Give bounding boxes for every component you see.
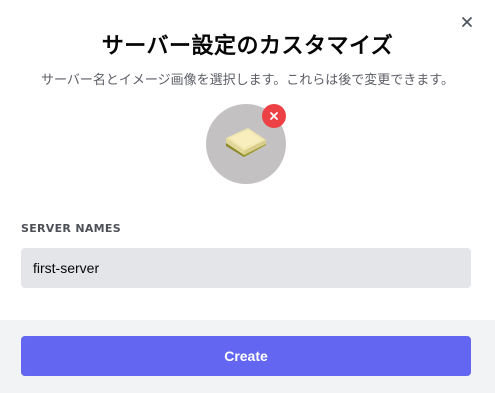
server-icon-uploader[interactable] xyxy=(206,104,286,184)
server-name-label: SERVER NAMES xyxy=(21,222,121,235)
dialog-footer: Create xyxy=(0,320,495,393)
remove-image-button[interactable] xyxy=(262,104,286,128)
dialog-title: サーバー設定のカスタマイズ xyxy=(101,34,394,59)
create-button[interactable]: Create xyxy=(21,336,471,376)
dialog-subtitle: サーバー名とイメージ画像を選択します。これらは後で変更できます。 xyxy=(40,73,454,88)
customize-server-dialog: サーバー設定のカスタマイズ サーバー名とイメージ画像を選択します。これらは後で変… xyxy=(0,0,495,393)
close-icon xyxy=(270,112,278,120)
server-name-input[interactable] xyxy=(21,248,471,288)
